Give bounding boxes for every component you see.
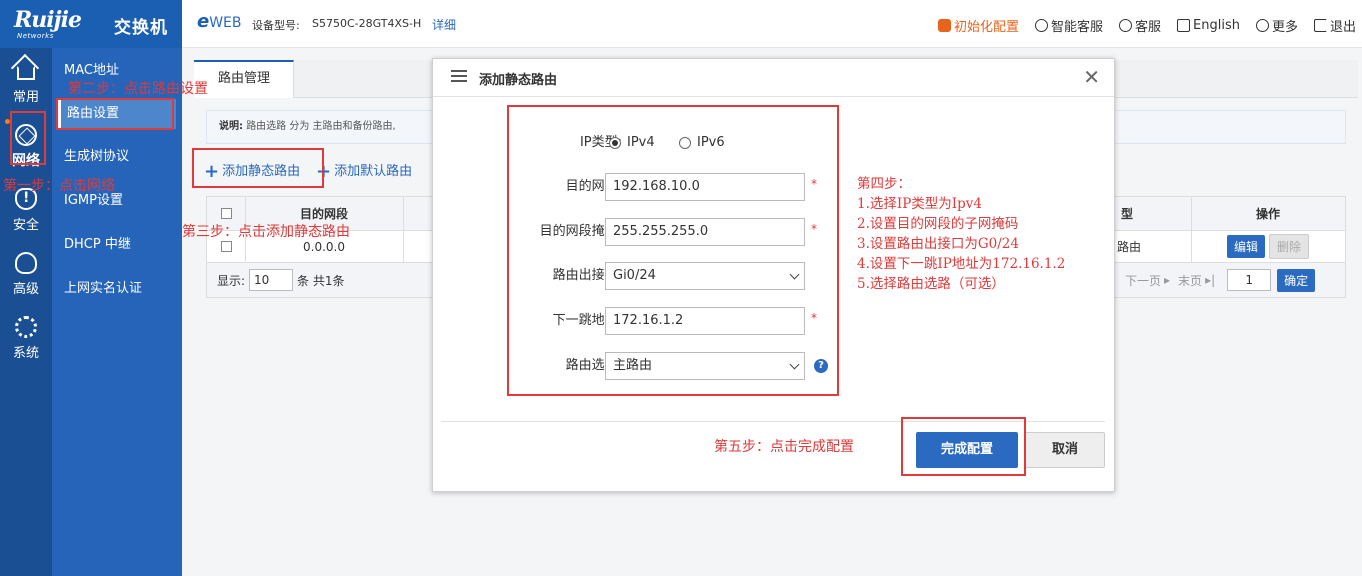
logout-button[interactable]: 退出 — [1313, 16, 1356, 35]
step4-item: 5.选择路由选路（可选） — [857, 276, 1005, 292]
step4-item: 3.设置路由出接口为G0/24 — [857, 236, 1019, 252]
page-input[interactable]: 1 — [1227, 269, 1272, 291]
add-default-route-link[interactable]: + 添加默认路由 — [316, 160, 412, 182]
highlight-add-static — [192, 148, 324, 188]
more-icon — [1255, 19, 1269, 32]
init-config-button[interactable]: 初始化配置 — [937, 16, 1019, 35]
step4-item: 1.选择IP类型为Ipv4 — [857, 196, 982, 212]
step4-item: 2.设置目的网段的子网掩码 — [857, 216, 1019, 232]
dialog-title: 添加静态路由 — [479, 73, 558, 88]
top-actions: 初始化配置 智能客服 客服 English 更多 退出 — [937, 16, 1356, 35]
highlight-finish-button — [901, 417, 1026, 476]
model-label: 设备型号: — [252, 19, 300, 32]
page-size-select[interactable]: 10 — [249, 269, 294, 291]
next-page-link[interactable]: 下一页 — [1125, 272, 1161, 289]
annotation-step3: 第三步：点击添加静态路由 — [182, 224, 350, 240]
subnav-stp[interactable]: 生成树协议 — [52, 142, 182, 172]
nav-advanced[interactable]: 高级 — [0, 244, 52, 304]
product-name: 交换机 — [114, 18, 168, 38]
col-actions: 操作 — [1255, 207, 1280, 221]
cancel-button[interactable]: 取消 — [1025, 432, 1105, 468]
init-icon — [937, 19, 951, 32]
step4-item: 4.设置下一跳IP地址为172.16.1.2 — [857, 256, 1066, 272]
dialog-header: 添加静态路由 ✕ — [433, 59, 1114, 97]
headset-icon — [1034, 19, 1048, 32]
annotation-step1: 第一步：点击网络 — [3, 178, 115, 194]
nav-system[interactable]: 系统 — [0, 308, 52, 368]
annotation-step5: 第五步：点击完成配置 — [714, 439, 854, 455]
model-detail-link[interactable]: 详细 — [432, 16, 456, 33]
nav-common[interactable]: 常用 — [0, 52, 52, 112]
close-icon[interactable]: ✕ — [1083, 65, 1100, 89]
top-bar: Ruijie Networks 交换机 eWEB 设备型号: S5750C-28… — [0, 0, 1362, 48]
smart-service-button[interactable]: 智能客服 — [1034, 16, 1103, 35]
brand-name: Ruijie — [14, 7, 82, 33]
highlight-form — [507, 105, 839, 396]
tab-route-management[interactable]: 路由管理 — [194, 60, 294, 98]
language-icon — [1177, 19, 1191, 32]
menu-icon — [451, 70, 467, 82]
annotation-step2: 第二步：点击路由设置 — [68, 81, 208, 97]
user-icon — [1119, 19, 1132, 32]
page-go-button[interactable]: 确定 — [1277, 268, 1316, 292]
last-page-link[interactable]: 末页 — [1178, 272, 1202, 289]
annotation-step4: 第四步： 1.选择IP类型为Ipv4 2.设置目的网段的子网掩码 3.设置路由出… — [857, 176, 1066, 292]
subnav-dhcp[interactable]: DHCP 中继 — [52, 230, 182, 260]
logo: Ruijie Networks 交换机 — [0, 0, 182, 48]
logout-icon — [1313, 19, 1327, 32]
subnav-realname[interactable]: 上网实名认证 — [52, 274, 182, 304]
model-value: S5750C-28GT4XS-H — [312, 17, 422, 30]
edit-button[interactable]: 编辑 — [1226, 235, 1265, 258]
eweb-logo: eWEB — [197, 11, 242, 32]
select-all-checkbox[interactable] — [220, 208, 232, 219]
gear-icon — [15, 316, 37, 338]
service-button[interactable]: 客服 — [1119, 16, 1161, 35]
row-checkbox[interactable] — [220, 241, 232, 252]
more-button[interactable]: 更多 — [1255, 16, 1298, 35]
advanced-icon — [15, 252, 37, 274]
highlight-network-nav — [10, 111, 46, 165]
home-icon — [17, 66, 35, 80]
brand-sub: Networks — [17, 32, 54, 40]
delete-button[interactable]: 删除 — [1269, 234, 1310, 259]
highlight-routing-subnav — [56, 98, 174, 130]
language-button[interactable]: English — [1177, 16, 1240, 35]
